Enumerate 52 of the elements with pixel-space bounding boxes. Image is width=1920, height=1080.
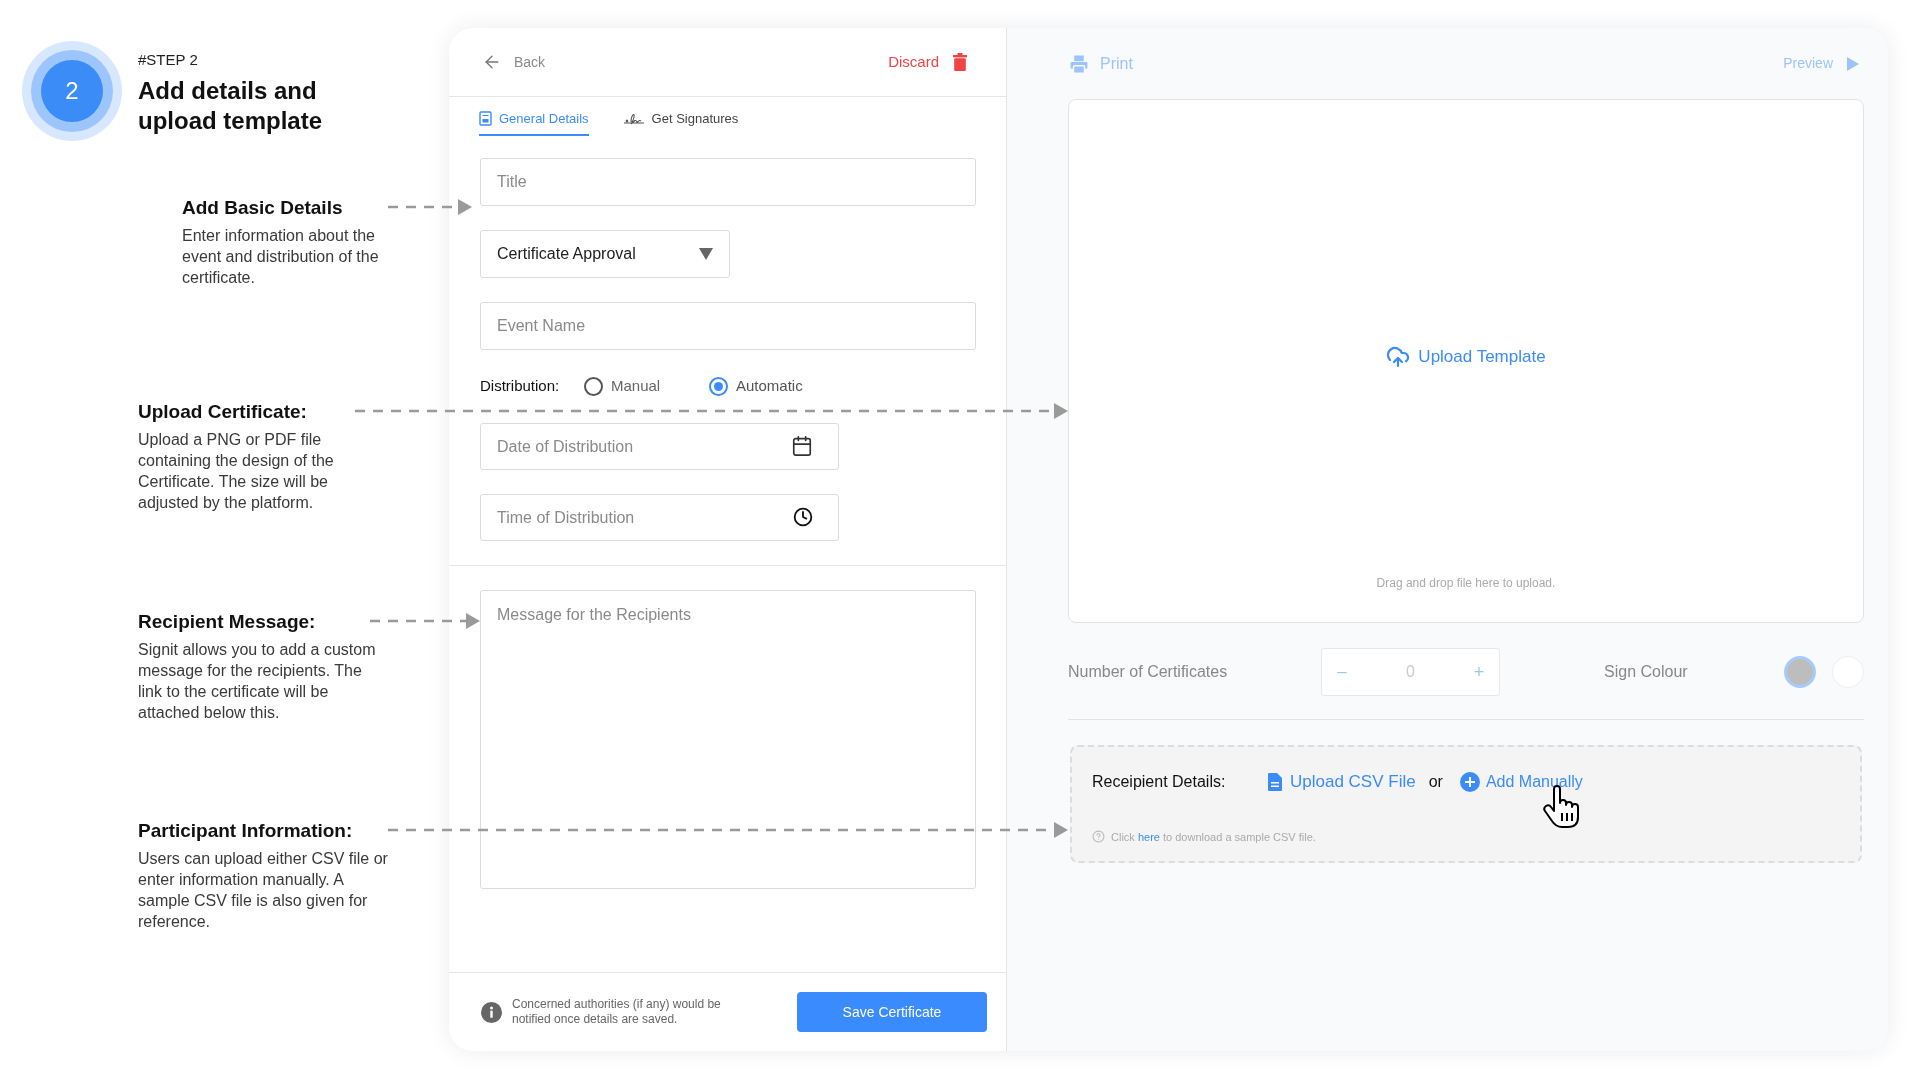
decrement-button[interactable]: – (1332, 659, 1352, 685)
upload-template-button[interactable]: Upload Template (1386, 344, 1546, 370)
sign-colour-label: Sign Colour (1604, 662, 1689, 682)
annotation-text: Signit allows you to add a custom message for the recipients. The link to the certificate will be attached below this. (138, 640, 377, 723)
or-text: or (1428, 771, 1443, 792)
increment-button[interactable]: + (1469, 658, 1489, 686)
colour-swatch[interactable] (1784, 656, 1816, 688)
info-icon (481, 1001, 502, 1023)
step-label: #STEP 2 (138, 50, 199, 70)
type-dropdown[interactable]: Certificate Approval (480, 230, 730, 278)
drop-hint: Drag and drop file here to upload. (1376, 575, 1556, 592)
plus-circle-icon (1459, 771, 1480, 792)
upload-dropzone[interactable]: Upload Template Drag and drop file here to upload. (1068, 99, 1864, 623)
radio-option[interactable]: Manual (584, 374, 709, 398)
tab[interactable]: General Details (479, 108, 589, 136)
help-icon (1092, 830, 1105, 844)
back-button[interactable]: Back (482, 51, 546, 73)
cloud-upload-icon (1386, 345, 1411, 369)
annotation-text: Enter information about the event and distribution of the certificate. (182, 226, 380, 288)
upload-csv-button[interactable]: Upload CSV File (1268, 769, 1416, 795)
step-title: Add details and upload template (138, 75, 324, 136)
annotation-text: Upload a PNG or PDF file containing the design of the Certificate. The size will be adjusted by the platform. (138, 430, 335, 513)
download-link[interactable]: here (1137, 830, 1160, 843)
save-certificate-button[interactable]: Save Certificate (797, 992, 987, 1032)
clock-icon (793, 507, 813, 527)
calendar-icon (791, 435, 813, 457)
preview-button[interactable]: Preview (1783, 53, 1859, 74)
play-icon (1847, 56, 1859, 71)
annotation-heading: Add Basic Details (182, 196, 343, 220)
step-number: 2 (65, 76, 79, 106)
message-field[interactable]: Message for the Recipients (480, 590, 976, 889)
download-hint: Click here to download a sample CSV file. (1111, 829, 1316, 845)
tab[interactable]: Get Signatures (622, 108, 739, 136)
footer-note: Concerned authorities (if any) would be notified once details are saved. (512, 997, 722, 1027)
certificates-label: Number of Certificates (1068, 662, 1229, 682)
title-field[interactable]: Title (480, 158, 976, 206)
caret-icon (699, 248, 713, 260)
event-name-field[interactable]: Event Name (480, 302, 976, 350)
annotation-heading: Participant Information: (138, 819, 353, 843)
trash-icon (953, 53, 967, 71)
file-icon (1268, 772, 1282, 791)
printer-icon (1068, 52, 1090, 75)
annotation-heading: Recipient Message: (138, 610, 316, 634)
annotation-heading: Upload Certificate: (138, 400, 307, 424)
recipient-label: Receipient Details: (1092, 771, 1227, 792)
distribution-label: Distribution: (480, 375, 561, 396)
discard-button[interactable]: Discard (888, 50, 967, 74)
annotation-text: Users can upload either CSV file or enter information manually. A sample CSV file is also given for reference. (138, 849, 388, 932)
document-icon (479, 110, 492, 126)
time-field[interactable]: Time of Distribution (480, 494, 839, 541)
radio-option[interactable]: Automatic (709, 374, 803, 398)
date-field[interactable]: Date of Distribution (480, 423, 839, 470)
